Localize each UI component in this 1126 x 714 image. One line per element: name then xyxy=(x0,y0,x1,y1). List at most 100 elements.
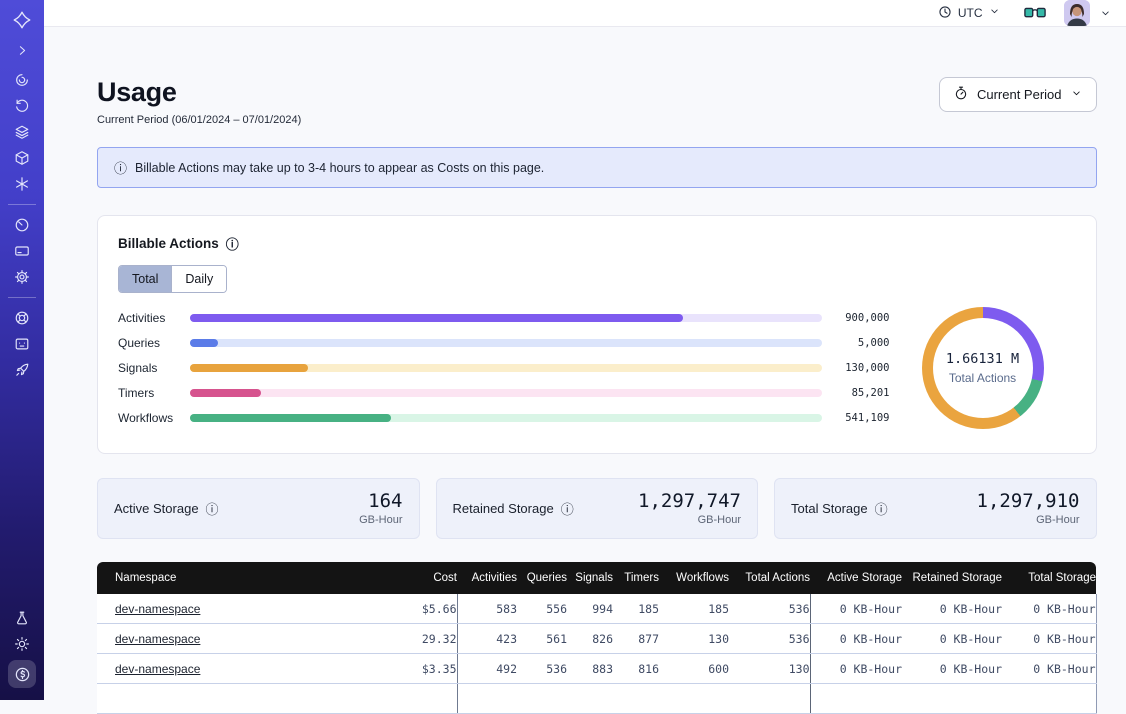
activities-cell: 492 xyxy=(457,654,517,684)
deployments-cube-icon[interactable] xyxy=(13,149,31,167)
activities-cell: 423 xyxy=(457,624,517,654)
info-icon[interactable]: ⓘ xyxy=(875,499,888,518)
storage-unit: GB-Hour xyxy=(359,514,402,526)
total-storage-label: Total Storage xyxy=(791,501,868,516)
bar-row-activities: Activities 900,000 xyxy=(118,312,890,324)
credits-button[interactable] xyxy=(8,660,36,688)
sidebar-divider xyxy=(8,297,36,298)
settings-gear-icon[interactable] xyxy=(13,268,31,286)
col-queries: Queries xyxy=(517,562,567,594)
tab-total[interactable]: Total xyxy=(119,266,171,292)
bar-track xyxy=(190,414,822,422)
total-actions-cell: 130 xyxy=(729,654,810,684)
bar-fill xyxy=(190,314,683,322)
feedback-terminal-icon[interactable] xyxy=(13,335,31,353)
tab-daily[interactable]: Daily xyxy=(171,266,226,292)
bar-label: Timers xyxy=(118,386,190,400)
cost-cell: 29.32 xyxy=(397,624,457,654)
bar-track xyxy=(190,314,822,322)
cost-cell: $3.35 xyxy=(397,654,457,684)
timers-cell: 185 xyxy=(613,594,659,624)
namespace-usage-table: Namespace Cost Activities Queries Signal… xyxy=(97,562,1097,714)
lab-flask-icon[interactable] xyxy=(13,609,31,627)
current-period-dropdown[interactable]: Current Period xyxy=(939,77,1097,112)
active-storage-cell: 0 KB-Hour xyxy=(810,594,902,624)
active-storage-card: Active Storage ⓘ 164 GB-Hour xyxy=(97,478,420,539)
info-banner-text: Billable Actions may take up to 3-4 hour… xyxy=(135,161,544,175)
bar-value: 900,000 xyxy=(834,312,890,324)
total-actions-label: Total Actions xyxy=(949,371,1016,385)
bar-label: Activities xyxy=(118,311,190,325)
bar-value: 85,201 xyxy=(834,387,890,399)
queries-cell: 561 xyxy=(517,624,567,654)
queries-cell: 536 xyxy=(517,654,567,684)
retained-storage-card: Retained Storage ⓘ 1,297,747 GB-Hour xyxy=(436,478,759,539)
bar-label: Signals xyxy=(118,361,190,375)
storage-unit: GB-Hour xyxy=(977,514,1080,526)
bar-label: Workflows xyxy=(118,411,190,425)
donut-center: 1.66131 M Total Actions xyxy=(933,318,1033,418)
namespaces-icon[interactable] xyxy=(13,71,31,89)
support-lifebuoy-icon[interactable] xyxy=(13,309,31,327)
chevron-down-icon xyxy=(1071,87,1082,102)
table-row: dev-namespace 29.32 423 561 826 877 130 … xyxy=(97,624,1096,654)
col-cost: Cost xyxy=(397,562,457,594)
retained-storage-value: 1,297,747 xyxy=(638,491,741,512)
usage-page: Usage Current Period (06/01/2024 – 07/01… xyxy=(44,27,1126,714)
namespace-link[interactable]: dev-namespace xyxy=(115,632,200,646)
col-workflows: Workflows xyxy=(659,562,729,594)
bar-row-workflows: Workflows 541,109 xyxy=(118,412,890,424)
workflows-cell: 185 xyxy=(659,594,729,624)
col-total-actions: Total Actions xyxy=(729,562,810,594)
history-icon[interactable] xyxy=(13,97,31,115)
bar-fill xyxy=(190,364,308,372)
getting-started-rocket-icon[interactable] xyxy=(13,361,31,379)
table-row: dev-namespace $3.35 492 536 883 816 600 … xyxy=(97,654,1096,684)
layers-icon[interactable] xyxy=(13,123,31,141)
total-actions-value: 1.66131 M xyxy=(946,351,1019,367)
col-namespace: Namespace xyxy=(97,562,397,594)
table-header: Namespace Cost Activities Queries Signal… xyxy=(97,562,1096,594)
bar-fill xyxy=(190,414,391,422)
theme-sun-icon[interactable] xyxy=(13,635,31,653)
info-icon[interactable]: ⓘ xyxy=(226,234,239,253)
timezone-selector[interactable]: UTC xyxy=(932,1,1006,26)
workflows-cell: 130 xyxy=(659,624,729,654)
main-area: UTC xyxy=(44,0,1126,700)
temporal-logo-icon[interactable] xyxy=(13,11,31,29)
total-storage-value: 1,297,910 xyxy=(977,491,1080,512)
bar-label: Queries xyxy=(118,336,190,350)
col-retained-storage: Retained Storage xyxy=(902,562,1002,594)
total-storage-cell: 0 KB-Hour xyxy=(1002,654,1096,684)
usage-gauge-icon[interactable] xyxy=(13,216,31,234)
activities-cell: 583 xyxy=(457,594,517,624)
nexus-asterisk-icon[interactable] xyxy=(13,175,31,193)
bar-value: 541,109 xyxy=(834,412,890,424)
col-active-storage: Active Storage xyxy=(810,562,902,594)
bar-row-timers: Timers 85,201 xyxy=(118,387,890,399)
sidebar-divider xyxy=(8,204,36,205)
active-storage-label: Active Storage xyxy=(114,501,199,516)
avatar[interactable] xyxy=(1064,0,1090,26)
total-storage-card: Total Storage ⓘ 1,297,910 GB-Hour xyxy=(774,478,1097,539)
info-icon[interactable]: ⓘ xyxy=(206,499,219,518)
billable-actions-tabs: Total Daily xyxy=(118,265,227,293)
info-banner: ⓘ Billable Actions may take up to 3-4 ho… xyxy=(97,147,1097,188)
current-period-label: Current Period xyxy=(977,87,1062,102)
chevron-down-icon xyxy=(989,6,1000,20)
account-menu-chevron-icon[interactable] xyxy=(1100,8,1111,19)
collapse-chevron-icon[interactable] xyxy=(13,41,31,59)
glasses-icon[interactable] xyxy=(1024,6,1046,20)
timers-cell: 877 xyxy=(613,624,659,654)
bar-fill xyxy=(190,339,218,347)
namespace-link[interactable]: dev-namespace xyxy=(115,602,200,616)
billing-card-icon[interactable] xyxy=(13,242,31,260)
active-storage-cell: 0 KB-Hour xyxy=(810,654,902,684)
table-row: dev-namespace $5.66 583 556 994 185 185 … xyxy=(97,594,1096,624)
bar-value: 130,000 xyxy=(834,362,890,374)
namespace-link[interactable]: dev-namespace xyxy=(115,662,200,676)
billable-actions-card: Billable Actions ⓘ Total Daily Activitie… xyxy=(97,215,1097,454)
info-icon[interactable]: ⓘ xyxy=(561,499,574,518)
storage-unit: GB-Hour xyxy=(638,514,741,526)
total-storage-cell: 0 KB-Hour xyxy=(1002,624,1096,654)
